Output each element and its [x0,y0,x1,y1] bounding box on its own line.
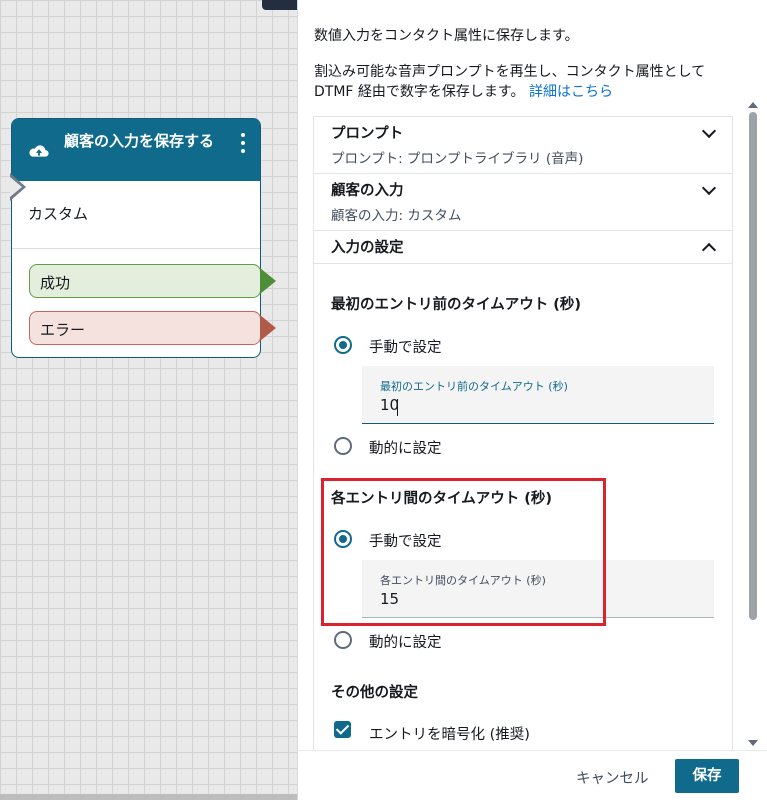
store-input-block[interactable]: 顧客の入力を保存する カスタム 成功 エラー [10,118,276,358]
scroll-down-arrow-icon[interactable] [748,740,758,746]
block-menu-icon[interactable] [236,129,250,153]
accordion-prompt-header[interactable]: プロンプト プロンプト: プロンプトライブラリ (音声) [314,117,732,167]
first-timeout-input[interactable] [380,396,680,414]
other-settings-title: その他の設定 [331,685,418,701]
first-timeout-manual-radio[interactable] [334,336,352,354]
accordion-customer-input[interactable]: 顧客の入力 顧客の入力: カスタム [313,173,733,229]
first-timeout-title: 最初のエントリ前のタイムアウト (秒) [331,297,582,313]
block-title: 顧客の入力を保存する [64,132,215,150]
block-subtitle: カスタム [12,181,260,249]
block-config-panel: 数値入力をコンタクト属性に保存します。 割込み可能な音声プロンプトを再生し、コン… [297,0,767,800]
accordion-customer-input-title: 顧客の入力 [331,183,404,199]
panel-scrollbar[interactable] [749,112,757,620]
between-timeout-dynamic-label: 動的に設定 [369,635,442,651]
first-timeout-dynamic-label: 動的に設定 [369,441,442,457]
accordion-prompt-title: プロンプト [331,126,404,142]
first-timeout-field[interactable]: 最初のエントリ前のタイムアウト (秒) [362,366,714,424]
canvas-top-tab[interactable] [262,0,302,10]
canvas-horizontal-scrollbar[interactable] [0,794,300,800]
encrypt-entry-label: エントリを暗号化 (推奨) [369,727,530,743]
flow-canvas[interactable]: 顧客の入力を保存する カスタム 成功 エラー [0,0,302,800]
accordion-prompt[interactable]: プロンプト プロンプト: プロンプトライブラリ (音声) [313,116,733,172]
between-timeout-dynamic-radio[interactable] [334,631,352,649]
text-caret [397,399,398,416]
accordion-customer-input-header[interactable]: 顧客の入力 顧客の入力: カスタム [314,174,732,224]
branch-error[interactable]: エラー [29,311,276,345]
intro-description: 割込み可能な音声プロンプトを再生し、コンタクト属性として DTMF 経由で数字を… [314,62,743,102]
accordion-customer-input-desc: 顧客の入力: カスタム [331,208,462,224]
accordion-input-settings-header[interactable]: 入力の設定 [314,231,732,264]
intro-description-text: 割込み可能な音声プロンプトを再生し、コンタクト属性として DTMF 経由で数字を… [314,64,706,100]
success-output-port[interactable] [260,268,276,294]
encrypt-entry-checkbox[interactable] [334,721,351,738]
intro-summary: 数値入力をコンタクト属性に保存します。 [314,28,579,44]
first-timeout-field-label: 最初のエントリ前のタイムアウト (秒) [380,380,568,393]
input-port[interactable] [10,173,26,201]
first-timeout-manual-label: 手動で設定 [369,340,442,356]
cancel-button[interactable]: キャンセル [576,767,649,788]
save-button[interactable]: 保存 [675,759,739,793]
block-header: 顧客の入力を保存する [12,119,260,181]
branch-error-label: エラー [40,321,86,339]
branch-success[interactable]: 成功 [29,264,276,298]
scroll-up-arrow-icon[interactable] [748,102,758,108]
accordion-prompt-desc: プロンプト: プロンプトライブラリ (音声) [331,151,584,167]
highlight-annotation [321,478,606,626]
panel-footer: キャンセル 保存 [298,750,767,800]
panel-intro: 数値入力をコンタクト属性に保存します。 割込み可能な音声プロンプトを再生し、コン… [298,0,743,102]
error-output-port[interactable] [260,315,276,341]
accordion-input-settings-title: 入力の設定 [331,240,404,256]
first-timeout-dynamic-radio[interactable] [334,437,352,455]
branch-success-label: 成功 [40,274,71,292]
learn-more-link[interactable]: 詳細はこちら [529,84,613,100]
cloud-upload-icon [29,145,49,157]
